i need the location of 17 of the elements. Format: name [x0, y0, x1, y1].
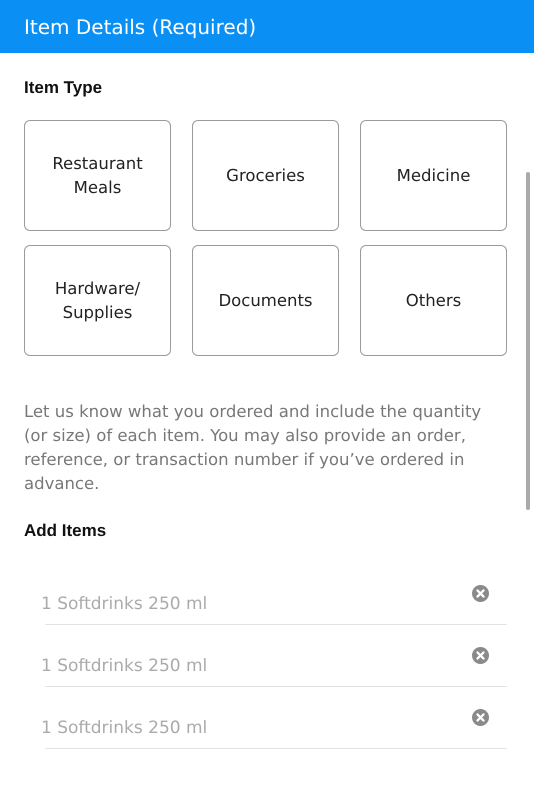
section-label: Item Type: [24, 78, 104, 98]
instructions-text: Let us know what you ordered and include the quantity (or size) of each item. You may also provide an order, reference, or transaction number if you’ve ordered in advance.: [24, 401, 482, 495]
item-type-option[interactable]: Documents: [192, 245, 339, 356]
header-title: Item Details (Required): [24, 14, 256, 38]
item-type-option[interactable]: Groceries: [192, 120, 339, 231]
clear-icon[interactable]: [472, 709, 489, 726]
item-type-option[interactable]: Restaurant Meals: [24, 120, 171, 231]
item-input-field[interactable]: 1 Softdrinks 250 ml: [41, 656, 441, 686]
clear-icon[interactable]: [472, 647, 489, 664]
clear-icon[interactable]: [472, 585, 489, 602]
item-input-field[interactable]: 1 Softdrinks 250 ml: [41, 718, 441, 748]
item-type-option[interactable]: Hardware/ Supplies: [24, 245, 171, 356]
item-input-field[interactable]: 1 Softdrinks 250 ml: [41, 594, 441, 624]
scrollbar[interactable]: [526, 172, 530, 510]
item-type-option[interactable]: Medicine: [360, 120, 507, 231]
item-type-option[interactable]: Others: [360, 245, 507, 356]
section-label: Add Items: [24, 521, 108, 541]
